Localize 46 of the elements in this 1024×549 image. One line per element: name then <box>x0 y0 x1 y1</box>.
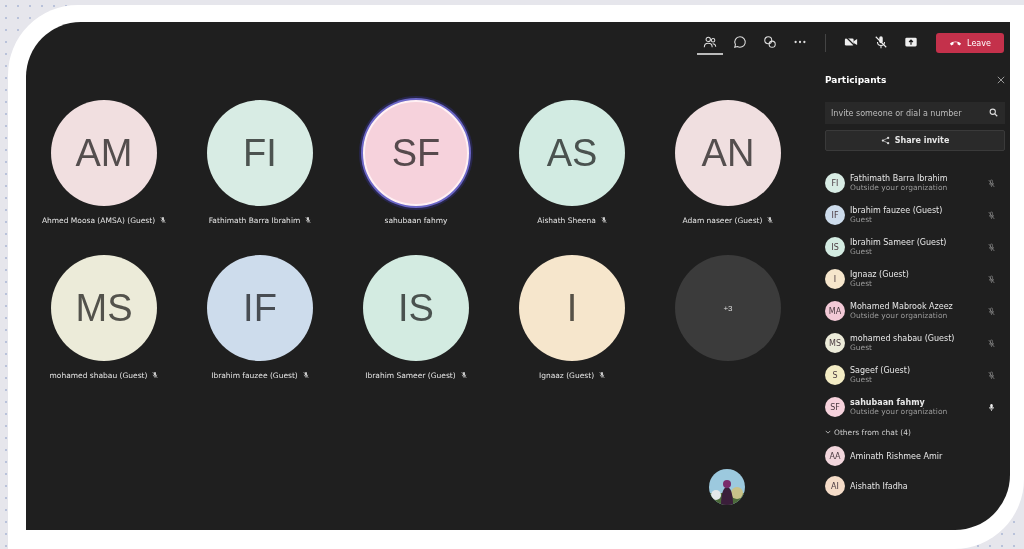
mic-icon[interactable] <box>988 402 995 412</box>
share-invite-button[interactable]: Share invite <box>825 130 1005 151</box>
participant-avatar: I <box>519 255 625 361</box>
participant-name: Fathimath Barra Ibrahim <box>850 174 949 183</box>
participant-item[interactable]: AI Aishath Ifadha <box>825 471 1005 501</box>
chevron-icon[interactable] <box>825 429 831 435</box>
avatar-icon: SF <box>825 397 845 417</box>
more-participants-button[interactable]: +3 <box>675 255 781 361</box>
participant-avatar: MS <box>51 255 157 361</box>
avatar-icon: AI <box>825 476 845 496</box>
participant-name: Mohamed Mabrook Azeez <box>850 302 954 311</box>
participant-name: Ignaaz (Guest) <box>850 270 910 279</box>
chat-icon[interactable] <box>733 35 747 49</box>
participant-name: mohamed shabau (Guest) <box>850 334 956 343</box>
participant-name: Ibrahim fauzee (Guest) <box>850 206 944 215</box>
share-icon[interactable] <box>880 136 890 145</box>
share-screen-icon[interactable] <box>904 35 918 49</box>
search-icon[interactable] <box>989 108 998 117</box>
participant-name: Sageef (Guest) <box>850 366 911 375</box>
participant-avatar: AM <box>51 100 157 206</box>
avatar-icon: FI <box>825 173 845 193</box>
avatar-icon: I <box>825 269 845 289</box>
participant-avatar: IS <box>363 255 469 361</box>
circles-icon[interactable] <box>763 35 777 49</box>
avatar-icon: IS <box>825 237 845 257</box>
participant-avatar: IF <box>207 255 313 361</box>
panel-title: Participants <box>825 75 887 85</box>
people-icon[interactable] <box>703 35 717 49</box>
participant-item[interactable]: AA Aminath Rishmee Amir <box>825 441 1005 471</box>
participant-avatar: AS <box>519 100 625 206</box>
avatar-icon: MA <box>825 301 845 321</box>
avatar-icon: AA <box>825 446 845 466</box>
invite-field[interactable]: Invite someone or dial a number <box>825 102 1005 124</box>
participant-avatar: FI <box>207 100 313 206</box>
participant-name: sahubaan fahmy <box>850 398 926 407</box>
camera-off-icon[interactable] <box>844 35 858 49</box>
close-icon[interactable] <box>997 76 1005 84</box>
leave-button[interactable]: Leave <box>936 33 1004 53</box>
avatar-icon: S <box>825 365 845 385</box>
participant-name: Aishath Ifadha <box>850 481 908 491</box>
avatar-icon: IF <box>825 205 845 225</box>
avatar-icon: MS <box>825 333 845 353</box>
participant-name: Aminath Rishmee Amir <box>850 451 943 461</box>
participant-name: Ibrahim Sameer (Guest) <box>850 238 948 247</box>
phone-icon[interactable] <box>949 39 963 47</box>
participant-avatar: AN <box>675 100 781 206</box>
